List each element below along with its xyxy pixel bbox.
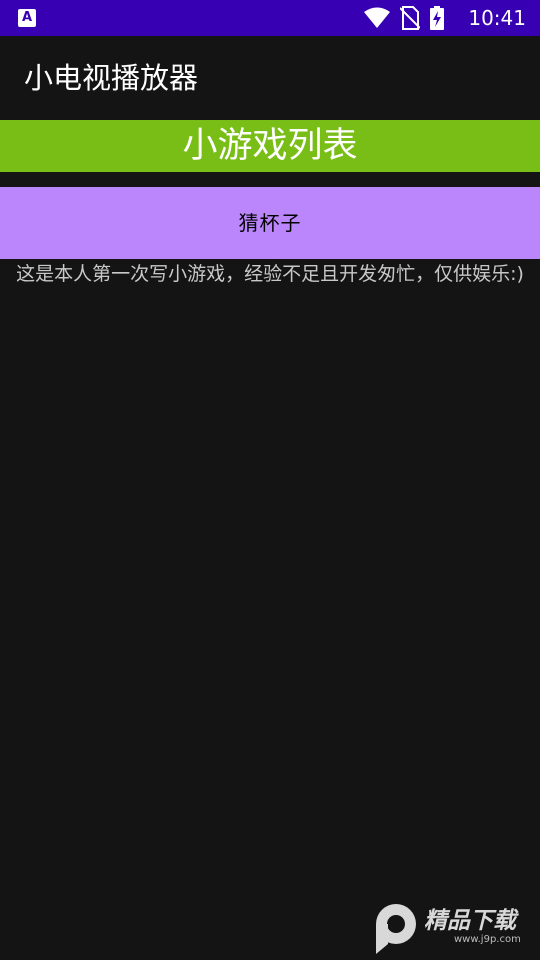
guess-cup-game-button[interactable]: 猜杯子 — [0, 187, 540, 259]
status-icons — [364, 6, 444, 30]
watermark-logo-icon — [370, 900, 418, 954]
wifi-icon — [364, 7, 390, 29]
watermark-title: 精品下载 — [424, 908, 516, 934]
app-notification-icon: A — [18, 9, 36, 27]
watermark-url: www.j9p.com — [454, 934, 521, 945]
watermark: 精品下载 www.j9p.com — [370, 898, 536, 956]
battery-charging-icon — [430, 6, 444, 30]
status-bar: A 10:41 — [0, 0, 540, 36]
no-sim-icon — [400, 6, 420, 30]
app-title: 小电视播放器 — [24, 61, 199, 95]
watermark-text: 精品下载 www.j9p.com — [424, 908, 521, 946]
app-bar: 小电视播放器 — [0, 36, 540, 120]
description-text: 这是本人第一次写小游戏，经验不足且开发匆忙，仅供娱乐:) — [16, 263, 524, 285]
game-list-header: 小游戏列表 — [0, 120, 540, 172]
status-time: 10:41 — [468, 6, 526, 30]
